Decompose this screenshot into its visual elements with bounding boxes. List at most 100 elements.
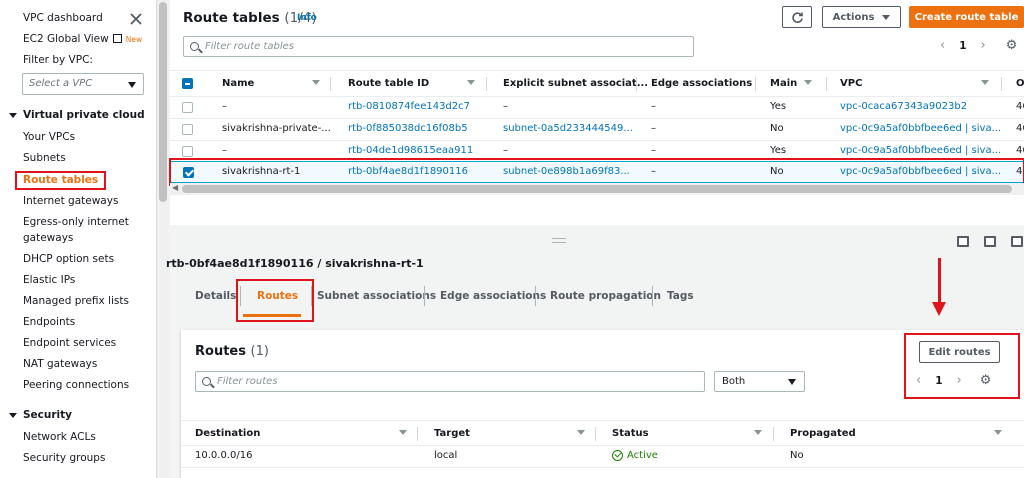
nav-elastic-ips[interactable]: Elastic IPs [23, 274, 75, 286]
caret-down-icon [9, 412, 17, 418]
nav-vpc-dashboard[interactable]: VPC dashboard [23, 12, 103, 24]
nav-subnets[interactable]: Subnets [23, 152, 66, 164]
column-status[interactable]: Status [612, 428, 649, 439]
nav-managed-prefix-lists[interactable]: Managed prefix lists [23, 295, 129, 307]
route-table-id-link[interactable]: rtb-04de1d98615eaa911 [348, 145, 473, 156]
check-circle-icon [612, 450, 623, 461]
table-row[interactable]: sivakrishna-private-... rtb-0f885038dc16… [170, 119, 1024, 141]
nav-security-groups[interactable]: Security groups [23, 452, 105, 464]
page-number[interactable]: 1 [959, 40, 966, 52]
refresh-button[interactable] [782, 6, 812, 28]
column-destination[interactable]: Destination [195, 428, 260, 439]
horizontal-scrollbar-thumb[interactable] [182, 185, 1012, 193]
column-vpc[interactable]: VPC [840, 78, 862, 89]
nav-internet-gateways[interactable]: Internet gateways [23, 195, 118, 207]
filter-by-vpc-label: Filter by VPC: [23, 54, 93, 66]
search-icon [190, 42, 199, 51]
chevron-right-icon[interactable]: › [981, 38, 986, 53]
panel-splitter[interactable] [170, 225, 1024, 255]
sort-icon[interactable] [804, 80, 812, 85]
horizontal-scrollbar[interactable]: ◀ [170, 183, 1024, 195]
section-security[interactable]: Security [9, 409, 72, 421]
detail-title: rtb-0bf4ae8d1f1890116 / sivakrishna-rt-1 [166, 257, 424, 270]
column-explicit-subnet[interactable]: Explicit subnet associat... [503, 78, 648, 89]
tab-subnet-associations[interactable]: Subnet associations [317, 283, 436, 309]
new-badge: New [125, 35, 143, 44]
annotation-selected-row-highlight [169, 158, 1024, 186]
row-checkbox[interactable] [182, 146, 193, 157]
close-icon[interactable] [129, 12, 143, 26]
nav-network-acls[interactable]: Network ACLs [23, 431, 96, 443]
vpc-link[interactable]: vpc-0c9a5af0bbfbee6ed | siva... [840, 145, 1000, 156]
caret-down-icon [788, 379, 796, 385]
column-name[interactable]: Name [222, 78, 254, 89]
routes-title: Routes (1) [195, 344, 269, 359]
table-row[interactable]: – rtb-0810874fee143d2c7 – – Yes vpc-0cac… [170, 97, 1024, 119]
column-route-table-id[interactable]: Route table ID [348, 78, 429, 89]
nav-peering-connections[interactable]: Peering connections [23, 379, 129, 391]
refresh-icon [791, 11, 803, 23]
vpc-link[interactable]: vpc-0c9a5af0bbfbee6ed | siva... [840, 123, 1000, 134]
create-route-table-button[interactable]: Create route table [909, 6, 1024, 28]
nav-egress-only-gateways-line2[interactable]: gateways [23, 232, 73, 244]
drag-handle-icon[interactable] [552, 238, 566, 243]
vpc-link[interactable]: vpc-0caca67343a9023b2 [840, 101, 1000, 112]
search-icon [202, 377, 211, 386]
table-pagination: ‹ 1 › ⚙ [940, 38, 1017, 53]
nav-endpoints[interactable]: Endpoints [23, 316, 75, 328]
external-link-icon [112, 34, 122, 43]
nav-your-vpcs[interactable]: Your VPCs [23, 131, 75, 143]
chevron-left-icon[interactable]: ‹ [940, 38, 945, 53]
tab-route-propagation[interactable]: Route propagation [550, 283, 661, 309]
annotation-edit-routes-highlight [904, 333, 1020, 399]
layout-bottom-icon[interactable] [957, 236, 969, 247]
scroll-left-icon[interactable]: ◀ [172, 183, 178, 192]
info-link[interactable]: Info [297, 13, 317, 23]
navigation-sidebar: VPC dashboard EC2 Global View New Filter … [0, 0, 157, 478]
sort-icon[interactable] [994, 430, 1002, 435]
column-owner[interactable]: O [1016, 78, 1024, 89]
nav-dhcp-option-sets[interactable]: DHCP option sets [23, 253, 114, 265]
sort-icon[interactable] [467, 80, 475, 85]
nav-egress-only-gateways[interactable]: Egress-only internet [23, 216, 129, 228]
gear-icon[interactable]: ⚙ [1006, 38, 1018, 53]
caret-down-icon [9, 112, 17, 118]
routes-table-header: Destination Target Status Propagated [181, 420, 1024, 446]
actions-button[interactable]: Actions [822, 6, 901, 28]
column-propagated[interactable]: Propagated [790, 428, 856, 439]
sort-icon[interactable] [577, 430, 585, 435]
column-edge-associations[interactable]: Edge associations [651, 78, 752, 89]
nav-ec2-global-view[interactable]: EC2 Global View New [23, 33, 142, 45]
subnet-link[interactable]: subnet-0a5d233444549... [503, 123, 633, 134]
vpc-filter-select[interactable]: Select a VPC [22, 73, 144, 95]
route-table-id-link[interactable]: rtb-0810874fee143d2c7 [348, 101, 470, 112]
tab-details[interactable]: Details [195, 283, 236, 309]
sort-icon[interactable] [981, 80, 989, 85]
nav-endpoint-services[interactable]: Endpoint services [23, 337, 116, 349]
table-header: Name Route table ID Explicit subnet asso… [170, 70, 1024, 97]
caret-down-icon [882, 14, 891, 20]
tab-edge-associations[interactable]: Edge associations [440, 283, 546, 309]
status-badge: Active [612, 450, 658, 461]
filter-routes-input[interactable]: Filter routes [195, 371, 705, 392]
sort-icon[interactable] [399, 430, 407, 435]
sidebar-scrollbar-thumb[interactable] [159, 2, 167, 202]
layout-side-icon[interactable] [984, 236, 996, 247]
row-checkbox[interactable] [182, 102, 193, 113]
select-all-checkbox[interactable] [182, 78, 193, 89]
row-checkbox[interactable] [182, 124, 193, 135]
column-target[interactable]: Target [434, 428, 470, 439]
sort-icon[interactable] [754, 430, 762, 435]
nav-nat-gateways[interactable]: NAT gateways [23, 358, 97, 370]
annotation-route-tables-highlight [15, 171, 106, 190]
table-row[interactable]: 10.0.0.0/16 local Active No [181, 446, 1024, 468]
annotation-arrow-shaft [938, 258, 941, 308]
tab-tags[interactable]: Tags [667, 283, 694, 309]
route-type-select[interactable]: Both [714, 371, 805, 392]
route-table-id-link[interactable]: rtb-0f885038dc16f08b5 [348, 123, 468, 134]
layout-full-icon[interactable] [1011, 236, 1023, 247]
sort-icon[interactable] [312, 80, 320, 85]
section-virtual-private-cloud[interactable]: Virtual private cloud [9, 109, 145, 121]
column-main[interactable]: Main [770, 78, 797, 89]
filter-route-tables-input[interactable]: Filter route tables [183, 36, 694, 57]
